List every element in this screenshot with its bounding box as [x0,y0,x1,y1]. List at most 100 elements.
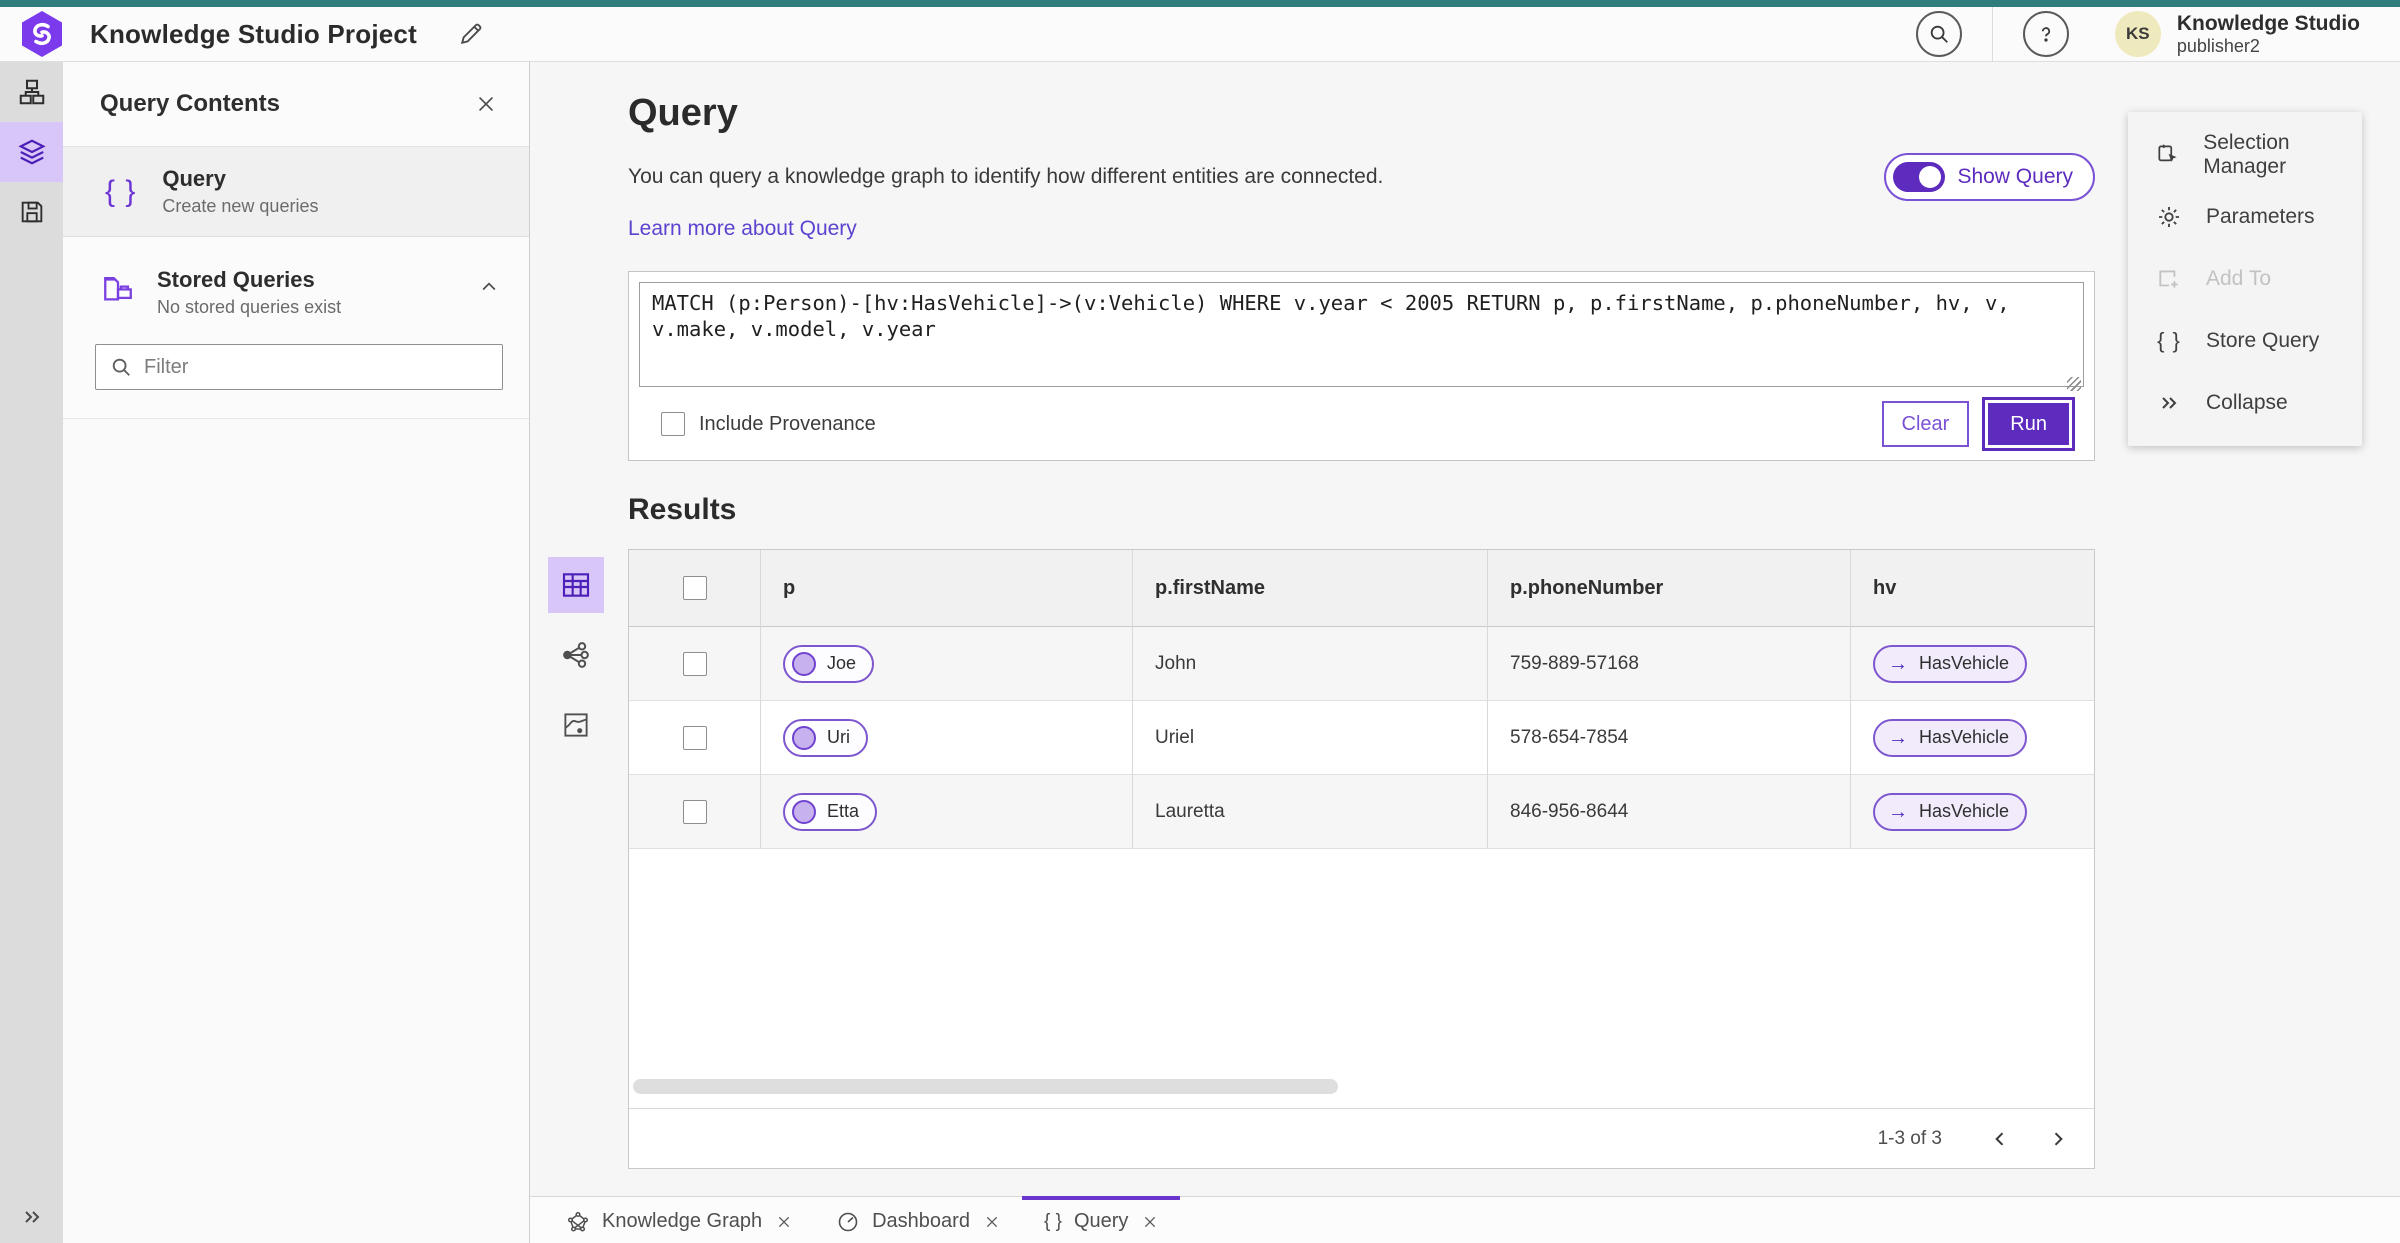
phonenumber-cell: 846-956-8644 [1488,775,1851,849]
app-logo-icon[interactable] [20,10,64,58]
search-button[interactable] [1915,11,1962,57]
tab-close-button[interactable] [984,1214,1000,1230]
learn-more-link[interactable]: Learn more about Query [628,217,857,241]
run-button[interactable]: Run [1985,400,2072,448]
collapse-panel-button[interactable]: Collapse [2128,372,2362,434]
layers-icon [17,137,47,167]
horizontal-scrollbar[interactable] [633,1079,1338,1094]
panel-header: Query Contents [63,62,529,147]
tab-label: Query [1073,1210,1129,1232]
map-icon [561,710,591,740]
previous-page-button[interactable] [1978,1117,2022,1161]
help-icon [2035,23,2057,45]
user-avatar[interactable]: KS [2114,11,2161,57]
dashboard-gauge-icon [836,1210,860,1234]
edit-title-button[interactable] [457,20,485,48]
app-body: Query Contents { } Query Create new quer… [0,62,2400,1243]
page-title: Query [628,92,738,134]
filter-input[interactable] [144,355,488,379]
phonenumber-cell: 578-654-7854 [1488,701,1851,775]
help-button[interactable] [2022,11,2069,57]
tab-close-button[interactable] [1142,1214,1158,1230]
rail-item-data-model[interactable] [0,62,63,122]
column-header-p[interactable]: p [761,550,1133,627]
table-row: Etta Lauretta 846-956-8644 → HasVehicle [629,775,2094,849]
chevron-right-icon [2048,1129,2068,1149]
query-item-title: Query [162,166,226,191]
share-graph-icon [560,639,592,671]
selection-manager-button[interactable]: Selection Manager [2128,124,2362,186]
store-query-button[interactable]: { } Store Query [2128,310,2362,372]
row-checkbox[interactable] [682,725,707,750]
include-provenance-label: Include Provenance [699,412,876,435]
graph-view-button[interactable] [548,627,604,683]
table-header-row: p p.firstName p.phoneNumber hv [629,550,2094,627]
map-view-button[interactable] [548,697,604,753]
next-page-button[interactable] [2036,1117,2080,1161]
query-item[interactable]: { } Query Create new queries [63,147,529,237]
row-checkbox[interactable] [682,799,707,824]
row-checkbox[interactable] [682,651,707,676]
parameters-button[interactable]: Parameters [2128,186,2362,248]
collapse-stored-queries-button[interactable] [479,277,499,297]
save-icon [18,198,46,226]
bottom-tab-bar: Knowledge Graph Dashboard {} Query [530,1196,2400,1243]
relationship-pill-label: HasVehicle [1919,727,2010,747]
table-icon [560,569,592,601]
relationship-pill-label: HasVehicle [1919,653,2010,673]
relationship-pill[interactable]: → HasVehicle [1873,718,2028,757]
entity-pill[interactable]: Uri [783,718,868,757]
tab-dashboard[interactable]: Dashboard [814,1196,1022,1243]
include-provenance-control[interactable]: Include Provenance [661,412,876,436]
stored-queries-subtitle: No stored queries exist [157,297,342,317]
panel-empty-area [63,418,529,1243]
select-all-checkbox[interactable] [682,576,707,600]
rail-item-save[interactable] [0,182,63,242]
tab-knowledge-graph[interactable]: Knowledge Graph [544,1196,814,1243]
column-header-phonenumber[interactable]: p.phoneNumber [1488,550,1851,627]
relationship-cell: → HasVehicle [1851,701,2094,775]
show-query-toggle[interactable]: Show Query [1884,153,2095,201]
firstname-cell: Uriel [1133,701,1488,775]
gear-icon [2154,204,2184,230]
relationship-pill[interactable]: → HasVehicle [1873,644,2028,683]
table-view-button[interactable] [548,557,604,613]
pagination-label: 1-3 of 3 [1877,1127,1942,1149]
arrow-right-icon: → [1888,652,1908,675]
braces-icon: { } [2157,328,2181,353]
panel-close-button[interactable] [475,93,497,115]
tab-query[interactable]: { } Query [1021,1196,1181,1243]
query-page: Query You can query a knowledge graph to… [530,62,2095,1169]
entity-pill[interactable]: Etta [783,792,878,831]
clear-button[interactable]: Clear [1881,401,1970,447]
knowledge-studio-app: Knowledge Studio Project KS Knowledge St… [0,0,2400,1243]
arrow-right-icon: → [1888,726,1908,749]
hierarchy-icon [17,77,47,107]
show-query-label: Show Query [1957,165,2073,188]
braces-icon: { } [1043,1210,1062,1232]
query-editor[interactable]: MATCH (p:Person)-[hv:HasVehicle]->(v:Veh… [639,282,2084,387]
query-contents-panel: Query Contents { } Query Create new quer… [63,62,530,1243]
tab-close-button[interactable] [776,1214,792,1230]
expand-rail-button[interactable] [0,1205,63,1229]
braces-icon: { } [105,174,137,208]
top-bar: Knowledge Studio Project KS Knowledge St… [0,0,2400,62]
project-title: Knowledge Studio Project [90,18,417,49]
column-header-firstname[interactable]: p.firstName [1133,550,1488,627]
relationship-pill[interactable]: → HasVehicle [1873,792,2028,831]
entity-cell: Etta [761,775,1133,849]
row-checkbox-cell [629,775,761,849]
account-info[interactable]: Knowledge Studio publisher2 [2177,12,2360,57]
results-view-switcher [546,557,606,753]
entity-pill-label: Etta [827,801,860,821]
include-provenance-checkbox[interactable] [661,412,685,436]
column-header-hv[interactable]: hv [1851,550,2094,627]
rail-item-contents[interactable] [0,122,63,182]
chevron-left-icon [1990,1129,2010,1149]
entity-pill-label: Uri [827,727,850,747]
selection-manager-label: Selection Manager [2203,131,2290,178]
filter-search-icon [110,356,132,378]
entity-pill[interactable]: Joe [783,644,875,683]
description-row: You can query a knowledge graph to ident… [628,153,2095,201]
add-to-button[interactable]: Add To [2128,248,2362,310]
